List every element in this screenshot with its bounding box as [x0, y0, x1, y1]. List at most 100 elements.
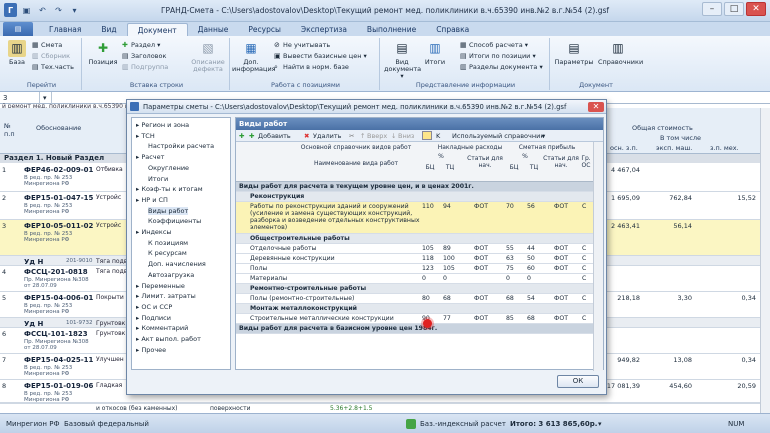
grid-group-row[interactable]: Монтаж металлоконструкций: [236, 304, 593, 314]
tab-expertise[interactable]: Экспертиза: [291, 23, 357, 36]
grid-cell-profit-tc[interactable]: 60: [527, 265, 535, 272]
cut-icon[interactable]: ✂: [349, 130, 354, 142]
grid-cell-profit-tc[interactable]: 50: [527, 255, 535, 262]
grid-cell-group[interactable]: С: [582, 265, 586, 272]
defect-description-button[interactable]: ▧ Описание дефекта: [190, 40, 226, 73]
grid-row[interactable]: Полы 123 105 ФОТ 75 60 ФОТ С: [236, 264, 593, 274]
grid-cell-profit-tc[interactable]: 68: [527, 315, 535, 322]
grid-cell-profit-bc[interactable]: 70: [506, 203, 514, 210]
tab-execution[interactable]: Выполнение: [357, 23, 426, 36]
tree-item-1[interactable]: ▸ ТСН: [136, 132, 155, 140]
tree-item-3[interactable]: ▸ Расчет: [136, 153, 164, 161]
tree-item-10[interactable]: ▸ Индексы: [136, 228, 172, 236]
tree-item-15[interactable]: ▸ Переменные: [136, 282, 185, 290]
tree-item-12[interactable]: К ресурсам: [148, 249, 187, 257]
tree-item-5[interactable]: Итоги: [148, 175, 168, 183]
header-button[interactable]: ▤ Заголовок: [122, 52, 166, 61]
tree-item-14[interactable]: Автозагрузка: [148, 271, 194, 279]
position-button[interactable]: ✚ Позиция: [86, 40, 120, 66]
tree-item-17[interactable]: ▸ ОС и ССР: [136, 303, 172, 311]
grid-cell-overhead-bc[interactable]: 123: [422, 265, 434, 272]
tree-item-11[interactable]: К позициям: [148, 239, 188, 247]
tab-data[interactable]: Данные: [188, 23, 239, 36]
grid-cell-overhead-bc[interactable]: 80: [422, 295, 430, 302]
reference-dropdown[interactable]: Используемый справочник: [452, 130, 544, 142]
grid-cell-overhead-tc[interactable]: 105: [443, 265, 455, 272]
grid-cell-overhead-tc[interactable]: 68: [443, 295, 451, 302]
delete-button[interactable]: Удалить: [313, 130, 341, 142]
tree-item-7[interactable]: ▸ НР и СП: [136, 196, 168, 204]
grid-row[interactable]: Отделочные работы 105 89 ФОТ 55 44 ФОТ С: [236, 244, 593, 254]
find-in-base-button[interactable]: ⌕ Найти в норм. базе: [274, 63, 349, 72]
minimize-button[interactable]: –: [702, 2, 722, 16]
grid-scrollbar[interactable]: [593, 142, 603, 371]
grid-cell-profit-stat[interactable]: ФОТ: [554, 255, 568, 262]
base-prices-button[interactable]: ▣ Вывести базисные цен ▾: [274, 52, 367, 61]
grid-cell-profit-stat[interactable]: ФОТ: [554, 265, 568, 272]
grid-cell-group[interactable]: С: [582, 203, 586, 210]
grid-cell-overhead-stat[interactable]: ФОТ: [474, 203, 488, 210]
tab-document[interactable]: Документ: [126, 23, 188, 36]
k-icon[interactable]: K: [436, 130, 440, 142]
up-button[interactable]: Вверх: [367, 130, 387, 142]
grid-cell-group[interactable]: С: [582, 245, 586, 252]
down-button[interactable]: Вниз: [398, 130, 414, 142]
doc-view-button[interactable]: ▤ Вид документа ▾: [384, 40, 421, 80]
grid-cell-overhead-tc[interactable]: 89: [443, 245, 451, 252]
status-mode[interactable]: Баз.-индексный расчет: [420, 414, 506, 433]
grid-cell-overhead-tc[interactable]: 0: [443, 275, 447, 282]
totals-button[interactable]: ▥ Итоги: [422, 40, 448, 66]
grid-cell-overhead-bc[interactable]: 110: [422, 203, 434, 210]
grid-group-row[interactable]: Ремонтно-строительные работы: [236, 284, 593, 294]
close-button[interactable]: ✕: [746, 2, 766, 16]
grid-cell-overhead-tc[interactable]: 100: [443, 255, 455, 262]
grid-group-row[interactable]: Реконструкция: [236, 192, 593, 202]
grid-group-row[interactable]: Виды работ для расчета в базисном уровне…: [236, 324, 593, 334]
calc-method-button[interactable]: ▦ Способ расчета ▾: [460, 41, 528, 50]
section-button[interactable]: ✚ Раздел ▾: [122, 41, 160, 50]
reference-dropdown-arrow-icon[interactable]: ▾: [542, 130, 545, 142]
grid-row[interactable]: Деревянные конструкции 118 100 ФОТ 63 50 ФОТ С: [236, 254, 593, 264]
tech-part-button[interactable]: ▤ Тех.часть: [32, 63, 74, 72]
add-button[interactable]: Добавить: [258, 130, 291, 142]
status-dropdown-icon[interactable]: ▾: [598, 414, 602, 433]
grid-cell-overhead-bc[interactable]: 118: [422, 255, 434, 262]
grid-cell-group[interactable]: С: [582, 275, 586, 282]
grid-cell-profit-bc[interactable]: 55: [506, 245, 514, 252]
tree-item-20[interactable]: ▸ Акт выпол. работ: [136, 335, 201, 343]
plus-icon[interactable]: ✚: [239, 130, 244, 142]
edit-icon[interactable]: [422, 131, 432, 140]
grid-cell-overhead-stat[interactable]: ФОТ: [474, 245, 488, 252]
smeta-button[interactable]: ▦ Смета: [32, 41, 62, 50]
references-button[interactable]: ▥ Справочники: [598, 40, 643, 66]
grid-cell-profit-stat[interactable]: ФОТ: [554, 203, 568, 210]
grid-cell-profit-stat[interactable]: ФОТ: [554, 295, 568, 302]
position-totals-button[interactable]: ▤ Итоги по позиции ▾: [460, 52, 536, 61]
grid-cell-overhead-stat[interactable]: ФОТ: [474, 255, 488, 262]
grid-cell-overhead-tc[interactable]: 94: [443, 203, 451, 210]
sheet-scrollbar[interactable]: [760, 108, 770, 413]
parameters-button[interactable]: ▤ Параметры: [554, 40, 594, 66]
grid-cell-group[interactable]: С: [582, 255, 586, 262]
ok-button[interactable]: ОК: [557, 375, 599, 388]
tree-item-21[interactable]: ▸ Прочее: [136, 346, 166, 354]
tree-item-13[interactable]: Доп. начисления: [148, 260, 206, 268]
tree-item-4[interactable]: Округление: [148, 164, 189, 172]
grid-cell-profit-tc[interactable]: 0: [527, 275, 531, 282]
file-menu-button[interactable]: ▤: [3, 22, 33, 36]
grid-cell-profit-stat[interactable]: ФОТ: [554, 315, 568, 322]
grid-cell-group[interactable]: С: [582, 295, 586, 302]
maximize-button[interactable]: □: [724, 2, 744, 16]
ignore-button[interactable]: ⊘ Не учитывать: [274, 41, 330, 50]
grid-cell-overhead-stat[interactable]: ФОТ: [474, 265, 488, 272]
tab-view[interactable]: Вид: [91, 23, 126, 36]
grid-cell-profit-bc[interactable]: 68: [506, 295, 514, 302]
grid-row[interactable]: Строительные металлические конструкции90…: [236, 314, 593, 324]
tree-item-18[interactable]: ▸ Подписи: [136, 314, 171, 322]
base-button[interactable]: ▥ База: [4, 40, 30, 66]
grid-cell-overhead-tc[interactable]: 77: [443, 315, 451, 322]
grid-row[interactable]: Полы (ремонтно-строительные) 80 68 ФОТ 68 54 Ф…: [236, 294, 593, 304]
grid-cell-profit-bc[interactable]: 0: [506, 275, 510, 282]
grid-cell-overhead-stat[interactable]: ФОТ: [474, 315, 488, 322]
grid-cell-profit-bc[interactable]: 85: [506, 315, 514, 322]
